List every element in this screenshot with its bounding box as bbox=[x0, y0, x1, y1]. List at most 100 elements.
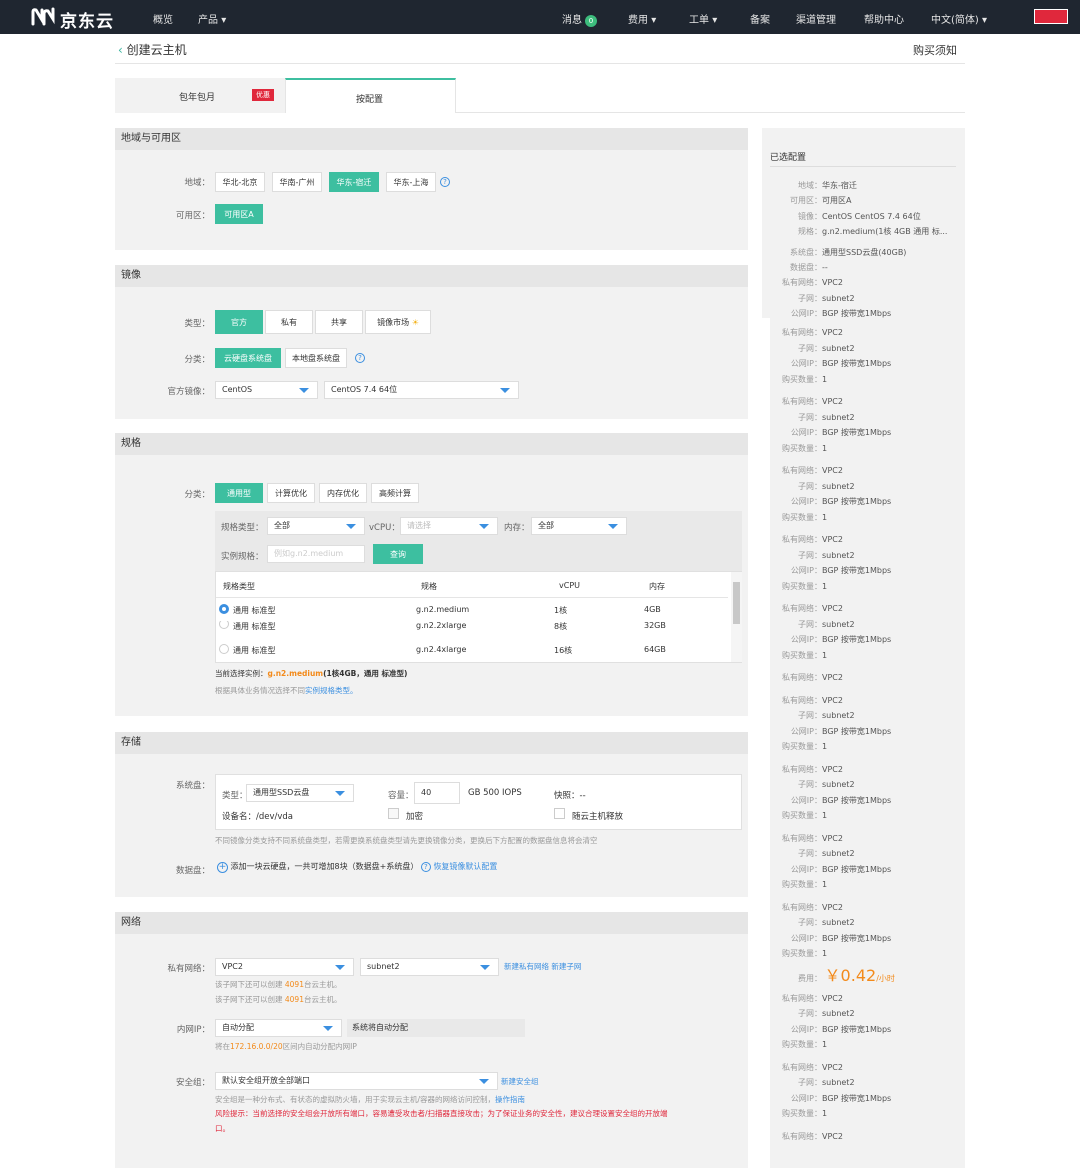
summary-item: 购买数量：1 bbox=[772, 650, 827, 661]
nav-products[interactable]: 产品 ▾ bbox=[198, 11, 226, 26]
release-with-host-checkbox[interactable] bbox=[554, 808, 565, 819]
add-data-disk[interactable]: + 添加一块云硬盘，一共可增加8块（数据盘+系统盘） ? 恢复镜像默认配置 bbox=[217, 861, 497, 873]
spec-cat-memory[interactable]: 内存优化 bbox=[319, 483, 367, 503]
user-avatar-menu[interactable] bbox=[1034, 9, 1068, 24]
spec-type-link[interactable]: 实例规格类型。 bbox=[305, 686, 358, 695]
nav-products-label: 产品 bbox=[198, 15, 218, 26]
os-version-select[interactable]: CentOS 7.4 64位 bbox=[324, 381, 519, 399]
summary-item: 子网：subnet2 bbox=[772, 710, 855, 721]
region-option-beijing[interactable]: 华北-北京 bbox=[215, 172, 265, 192]
help-icon[interactable]: ? bbox=[420, 862, 431, 872]
disk-type-select[interactable]: 通用型SSD云盘 bbox=[246, 784, 354, 802]
table-scrollbar[interactable] bbox=[731, 572, 742, 662]
table-row[interactable]: 通用 标准型 g.n2.4xlarge 16核 64GB bbox=[216, 642, 728, 658]
fee-key: 费用： bbox=[798, 973, 822, 983]
new-security-group-link[interactable]: 新建安全组 bbox=[501, 1076, 539, 1087]
cell-vcpu: 8核 bbox=[554, 622, 568, 631]
table-row[interactable]: 通用 标准型 g.n2.2xlarge 8核 32GB bbox=[216, 621, 728, 635]
summary-item: 购买数量：1 bbox=[772, 1108, 827, 1119]
spec-cat-compute[interactable]: 计算优化 bbox=[267, 483, 315, 503]
summary-item: 私有网络：VPC2 bbox=[772, 764, 843, 775]
help-icon[interactable]: ? bbox=[440, 177, 450, 187]
current-instance-text: 当前选择实例：g.n2.medium(1核4GB，通用 标准型) bbox=[215, 668, 407, 679]
security-group-select[interactable]: 默认安全组开放全部端口 bbox=[215, 1072, 498, 1090]
help-icon[interactable]: ? bbox=[355, 353, 365, 363]
summary-key: 规格： bbox=[798, 227, 822, 236]
encrypt-checkbox[interactable] bbox=[388, 808, 399, 819]
subnet-value: subnet2 bbox=[367, 962, 400, 971]
spec-cat-highfreq[interactable]: 高频计算 bbox=[371, 483, 419, 503]
nav-channel[interactable]: 渠道管理 bbox=[796, 11, 836, 26]
region-option-guangzhou[interactable]: 华南-广州 bbox=[272, 172, 322, 192]
table-row[interactable]: 通用 标准型 g.n2.medium 1核 4GB bbox=[216, 602, 728, 618]
restore-default-link[interactable]: 恢复镜像默认配置 bbox=[433, 862, 497, 871]
image-type-market[interactable]: 镜像市场 ☀ bbox=[365, 310, 431, 334]
nav-tickets[interactable]: 工单 ▾ bbox=[689, 11, 717, 26]
vpc-select[interactable]: VPC2 bbox=[215, 958, 354, 976]
summary-key: 子网： bbox=[798, 294, 822, 303]
radio-selected-icon[interactable] bbox=[219, 604, 229, 614]
operation-guide-link[interactable]: 操作指南 bbox=[495, 1095, 525, 1104]
logo-text[interactable]: 京东云 bbox=[60, 7, 114, 32]
subnet-capacity-note: 该子网下还可以创建 4091台云主机。 bbox=[215, 979, 341, 990]
summary-key: 购买数量： bbox=[782, 811, 822, 820]
os-select[interactable]: CentOS bbox=[215, 381, 318, 399]
private-ip-value: 自动分配 bbox=[222, 1023, 254, 1032]
spec-cat-general[interactable]: 通用型 bbox=[215, 483, 263, 503]
dropdown-arrow-icon bbox=[479, 524, 489, 529]
image-type-private[interactable]: 私有 bbox=[265, 310, 313, 334]
scrollbar-thumb[interactable] bbox=[733, 582, 740, 624]
back-arrow-icon[interactable]: ‹ bbox=[118, 43, 123, 57]
query-button[interactable]: 查询 bbox=[373, 544, 423, 564]
nav-overview[interactable]: 概览 bbox=[153, 11, 173, 26]
summary-item: 购买数量：1 bbox=[772, 443, 827, 454]
image-type-official[interactable]: 官方 bbox=[215, 310, 263, 334]
summary-value: subnet2 bbox=[822, 1009, 855, 1018]
nav-filing[interactable]: 备案 bbox=[750, 11, 770, 26]
tab-monthly[interactable]: 包年包月 优惠 bbox=[115, 78, 285, 113]
subnet-select[interactable]: subnet2 bbox=[360, 958, 499, 976]
radio-icon[interactable] bbox=[219, 621, 229, 629]
new-vpc-subnet-links[interactable]: 新建私有网络 新建子网 bbox=[504, 961, 581, 972]
capacity-label: 容量： bbox=[388, 791, 414, 801]
memory-select[interactable]: 全部 bbox=[531, 517, 627, 535]
summary-item: 规格：g.n2.medium(1核 4GB 通用 标... bbox=[772, 226, 947, 237]
summary-value: VPC2 bbox=[822, 535, 843, 544]
summary-key: 购买数量： bbox=[782, 512, 822, 522]
az-option-a[interactable]: 可用区A bbox=[215, 204, 263, 224]
add-circle-icon[interactable]: + bbox=[217, 862, 228, 873]
nav-language[interactable]: 中文(简体) ▾ bbox=[931, 11, 987, 26]
private-ip-select[interactable]: 自动分配 bbox=[215, 1019, 342, 1037]
capacity-input[interactable]: 40 bbox=[414, 782, 460, 804]
region-section: 地域与可用区 地域： 华北-北京 华南-广州 华东-宿迁 华东-上海 ? 可用区… bbox=[115, 128, 748, 250]
nav-help[interactable]: 帮助中心 bbox=[864, 11, 904, 26]
summary-key: 子网： bbox=[798, 550, 822, 560]
price-line: 费用： ￥0.42/小时 bbox=[772, 962, 895, 986]
vcpu-select[interactable]: 请选择 bbox=[400, 517, 498, 535]
data-disk-label: 数据盘： bbox=[175, 866, 210, 876]
nav-billing[interactable]: 费用 ▾ bbox=[628, 11, 656, 26]
instance-spec-input[interactable]: 例如g.n2.medium bbox=[267, 545, 365, 563]
jdcloud-logo-icon[interactable] bbox=[30, 6, 56, 28]
spec-hint: 根据具体业务情况选择不同实例规格类型。 bbox=[215, 685, 358, 696]
summary-item: 子网：subnet2 bbox=[772, 779, 855, 790]
buy-notice-link[interactable]: 购买须知 bbox=[913, 42, 957, 58]
summary-item: 公网IP：BGP 按带宽1Mbps bbox=[772, 1093, 891, 1104]
summary-item: 子网：subnet2 bbox=[772, 293, 855, 304]
tab-ondemand[interactable]: 按配置 bbox=[285, 78, 456, 113]
note-number: 4091 bbox=[284, 995, 304, 1004]
image-cat-local-disk[interactable]: 本地盘系统盘 bbox=[285, 348, 347, 368]
nav-messages[interactable]: 消息 0 bbox=[562, 11, 597, 27]
col-header-spec: 规格 bbox=[421, 582, 437, 591]
image-cat-cloud-disk[interactable]: 云硬盘系统盘 bbox=[215, 348, 281, 368]
summary-key: 公网IP： bbox=[790, 635, 822, 644]
radio-icon[interactable] bbox=[219, 644, 229, 654]
spec-type-select[interactable]: 全部 bbox=[267, 517, 365, 535]
summary-value: subnet2 bbox=[822, 711, 855, 720]
summary-value: 1 bbox=[822, 512, 828, 522]
summary-key: 购买数量： bbox=[782, 443, 822, 453]
region-option-suqian[interactable]: 华东-宿迁 bbox=[329, 172, 379, 192]
promo-badge: 优惠 bbox=[252, 89, 274, 101]
region-option-shanghai[interactable]: 华东-上海 bbox=[386, 172, 436, 192]
image-type-shared[interactable]: 共享 bbox=[315, 310, 363, 334]
